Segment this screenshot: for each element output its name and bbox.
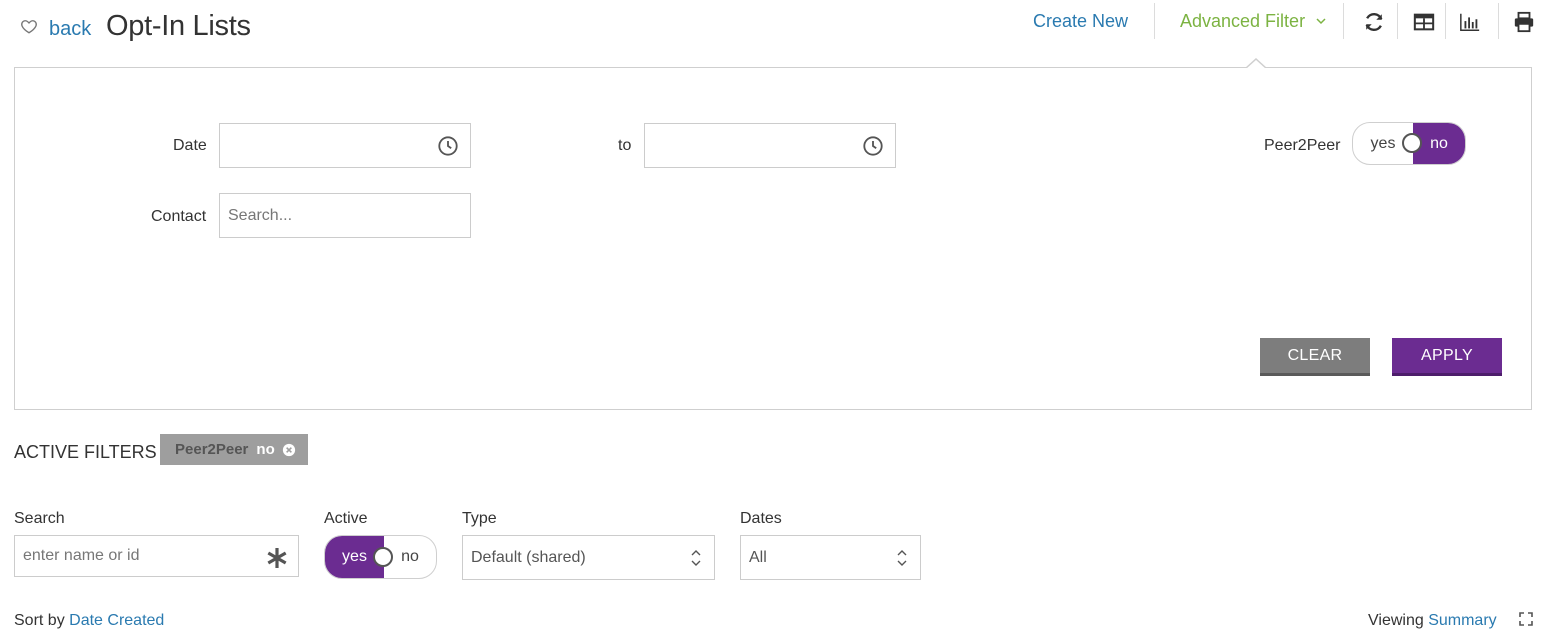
table-icon[interactable]	[1413, 11, 1435, 33]
date-to-input[interactable]	[645, 124, 895, 167]
toggle-knob[interactable]	[373, 547, 393, 567]
dates-label: Dates	[740, 510, 782, 527]
active-toggle[interactable]: yes no	[324, 535, 437, 579]
date-from-field[interactable]	[219, 123, 471, 168]
contact-search-input[interactable]	[220, 194, 470, 237]
peer2peer-label: Peer2Peer	[1264, 137, 1341, 154]
panel-pointer-fill	[1246, 60, 1266, 69]
header-divider	[1343, 3, 1344, 39]
print-icon[interactable]	[1513, 11, 1535, 33]
sort-prefix: Sort by	[14, 612, 65, 629]
active-filters-label: ACTIVE FILTERS	[14, 442, 157, 462]
bar-chart-icon[interactable]	[1459, 11, 1481, 33]
dates-select[interactable]: All	[740, 535, 921, 580]
header-divider	[1154, 3, 1155, 39]
header-divider	[1445, 3, 1446, 39]
type-label: Type	[462, 510, 497, 527]
dates-select-value: All	[749, 548, 767, 566]
close-circle-icon[interactable]	[282, 443, 296, 457]
refresh-icon[interactable]	[1363, 11, 1385, 33]
create-new-link[interactable]: Create New	[1033, 11, 1128, 32]
back-link[interactable]: back	[49, 18, 91, 41]
chip-value: no	[256, 441, 275, 458]
page-title: Opt-In Lists	[106, 10, 251, 42]
list-search-input[interactable]	[15, 536, 298, 576]
clock-icon[interactable]	[862, 135, 884, 157]
viewing-mode-link[interactable]: Summary	[1428, 612, 1496, 629]
contact-label: Contact	[151, 208, 207, 225]
date-to-field[interactable]	[644, 123, 896, 168]
contact-search-field[interactable]	[219, 193, 471, 238]
viewing-prefix: Viewing	[1368, 612, 1424, 629]
chip-key: Peer2Peer	[175, 441, 249, 458]
header-divider	[1397, 3, 1398, 39]
expand-icon[interactable]	[1519, 612, 1533, 626]
sort-by: Sort by Date Created	[14, 612, 164, 630]
list-search-field[interactable]	[14, 535, 299, 577]
type-select[interactable]: Default (shared)	[462, 535, 715, 580]
peer2peer-toggle[interactable]: yes no	[1352, 122, 1466, 165]
active-label: Active	[324, 510, 368, 527]
type-select-value: Default (shared)	[471, 548, 586, 566]
date-to-label: to	[618, 137, 632, 154]
heart-icon[interactable]	[20, 17, 38, 35]
chevron-down-icon[interactable]	[1316, 16, 1326, 26]
asterisk-icon[interactable]	[265, 546, 289, 570]
toggle-knob[interactable]	[1402, 133, 1422, 153]
date-label: Date	[173, 137, 207, 154]
header-divider	[1498, 3, 1499, 39]
date-from-input[interactable]	[220, 124, 470, 167]
sort-field-link[interactable]: Date Created	[69, 612, 164, 629]
viewing-mode: Viewing Summary	[1368, 612, 1497, 630]
clear-button[interactable]: CLEAR	[1260, 338, 1370, 376]
clock-icon[interactable]	[437, 135, 459, 157]
up-down-arrows-icon	[691, 550, 701, 566]
apply-button[interactable]: APPLY	[1392, 338, 1502, 376]
up-down-arrows-icon	[897, 550, 907, 566]
active-filter-chip[interactable]: Peer2Peer no	[160, 434, 308, 465]
advanced-filter-toggle[interactable]: Advanced Filter	[1180, 11, 1305, 32]
search-label: Search	[14, 510, 65, 527]
